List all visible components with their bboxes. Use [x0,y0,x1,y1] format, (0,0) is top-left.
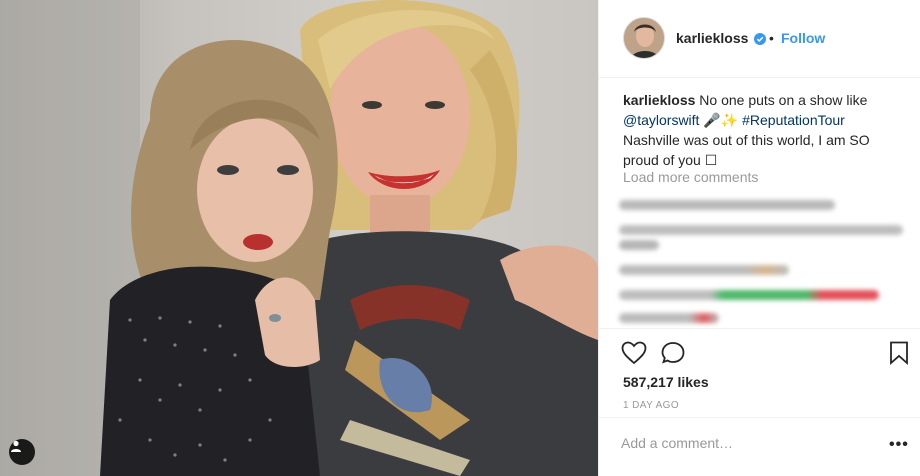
caption-text-line3: Nashville was out of this world, I am SO [623,132,870,148]
post-photo[interactable] [0,0,598,476]
comment-input[interactable] [621,430,861,456]
post-username[interactable]: karliekloss [676,30,748,46]
verified-badge-icon [754,32,766,50]
caption-text-line4: proud of you ☐ [623,152,718,168]
avatar[interactable] [623,17,665,59]
likes-count[interactable]: 587,217 likes [623,374,709,390]
comment-icon[interactable] [661,341,687,370]
heart-icon[interactable] [621,341,647,370]
header-separator: • [769,30,774,46]
user-tag-icon[interactable] [9,439,35,465]
post-caption: karliekloss No one puts on a show like @… [623,90,913,170]
caption-username[interactable]: karliekloss [623,92,695,108]
add-comment-row: ••• [599,417,920,476]
post-timestamp: 1 DAY AGO [623,400,680,411]
load-more-comments-button[interactable]: Load more comments [623,169,758,185]
photo-illustration [0,0,598,476]
caption-text-line1: No one puts on a show like [699,92,868,108]
post-sidebar: karliekloss • Follow karliekloss No one … [598,0,920,476]
caption-emoji: 🎤✨ [703,112,739,128]
caption-hashtag[interactable]: #ReputationTour [742,112,845,128]
bookmark-icon[interactable] [889,341,909,370]
post-actions: 587,217 likes 1 DAY AGO ••• [599,328,920,476]
follow-button[interactable]: Follow [781,30,825,46]
more-options-icon[interactable]: ••• [889,436,909,454]
post-header: karliekloss • Follow [599,0,920,78]
caption-mention[interactable]: @taylorswift [623,112,699,128]
